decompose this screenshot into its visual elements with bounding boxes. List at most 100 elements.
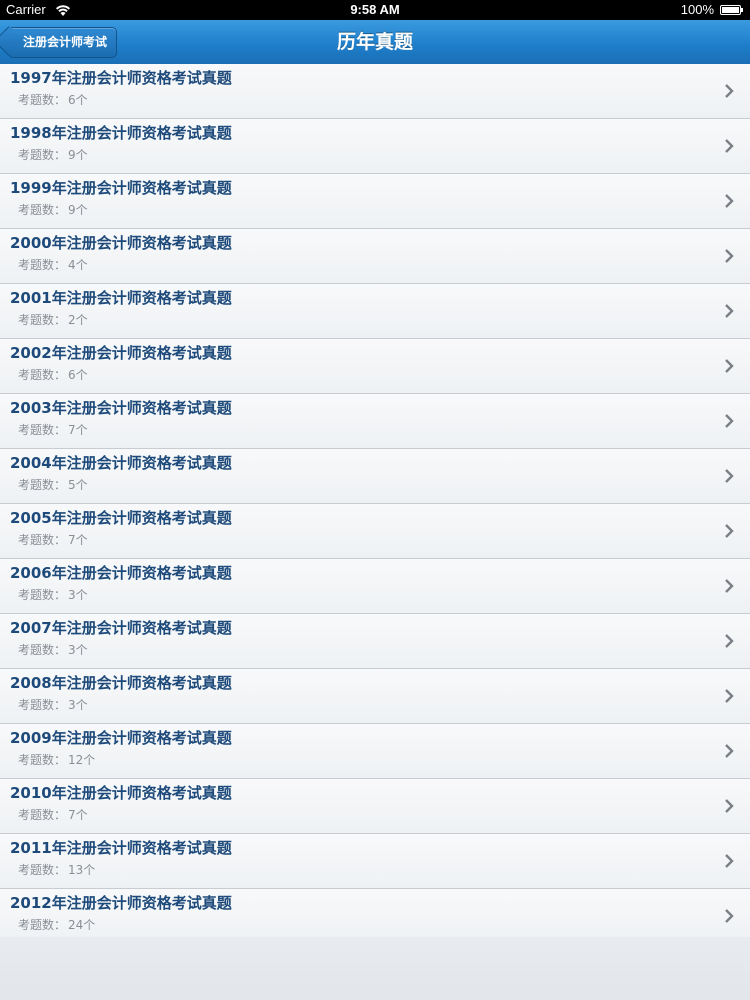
item-subtitle: 考题数： 5个 [18,476,88,493]
count-label: 考题数： [18,643,67,657]
item-title: 2001年注册会计师资格考试真题 [10,289,232,307]
list-item[interactable]: 2000年注册会计师资格考试真题 考题数： 4个 [0,229,750,284]
empty-background [0,937,750,1000]
item-count: 3个 [68,698,88,712]
item-count: 7个 [68,423,88,437]
count-label: 考题数： [18,478,67,492]
chevron-right-icon [725,524,734,538]
count-label: 考题数： [18,588,67,602]
item-count: 13个 [68,863,96,877]
page-title: 历年真题 [336,31,413,53]
list-item[interactable]: 2006年注册会计师资格考试真题 考题数： 3个 [0,559,750,614]
item-title: 2012年注册会计师资格考试真题 [10,894,232,912]
list-item[interactable]: 2004年注册会计师资格考试真题 考题数： 5个 [0,449,750,504]
chevron-right-icon [725,304,734,318]
item-title: 2006年注册会计师资格考试真题 [10,564,232,582]
item-subtitle: 考题数： 7个 [18,421,88,438]
item-subtitle: 考题数： 6个 [18,91,88,108]
chevron-right-icon [725,359,734,373]
item-count: 4个 [68,258,88,272]
battery-icon [720,5,743,15]
list-item[interactable]: 2011年注册会计师资格考试真题 考题数： 13个 [0,834,750,889]
back-button-label: 注册会计师考试 [23,35,108,49]
list-item[interactable]: 2007年注册会计师资格考试真题 考题数： 3个 [0,614,750,669]
count-label: 考题数： [18,93,67,107]
chevron-right-icon [725,579,734,593]
list-item[interactable]: 2002年注册会计师资格考试真题 考题数： 6个 [0,339,750,394]
item-title: 1997年注册会计师资格考试真题 [10,69,232,87]
count-label: 考题数： [18,918,67,932]
count-label: 考题数： [18,368,67,382]
count-label: 考题数： [18,258,67,272]
item-title: 2004年注册会计师资格考试真题 [10,454,232,472]
item-count: 6个 [68,93,88,107]
list-item[interactable]: 2003年注册会计师资格考试真题 考题数： 7个 [0,394,750,449]
list-item[interactable]: 2001年注册会计师资格考试真题 考题数： 2个 [0,284,750,339]
chevron-right-icon [725,634,734,648]
count-label: 考题数： [18,698,67,712]
list-item[interactable]: 2009年注册会计师资格考试真题 考题数： 12个 [0,724,750,779]
item-count: 24个 [68,918,96,932]
count-label: 考题数： [18,533,67,547]
count-label: 考题数： [18,863,67,877]
item-title: 2007年注册会计师资格考试真题 [10,619,232,637]
item-title: 2000年注册会计师资格考试真题 [10,234,232,252]
item-title: 2011年注册会计师资格考试真题 [10,839,232,857]
chevron-right-icon [725,249,734,263]
clock: 9:58 AM [350,2,400,17]
count-label: 考题数： [18,808,67,822]
chevron-right-icon [725,139,734,153]
item-subtitle: 考题数： 9个 [18,201,88,218]
count-label: 考题数： [18,313,67,327]
list-item[interactable]: 2012年注册会计师资格考试真题 考题数： 24个 [0,889,750,944]
item-title: 1998年注册会计师资格考试真题 [10,124,232,142]
chevron-right-icon [725,414,734,428]
item-subtitle: 考题数： 2个 [18,311,88,328]
item-count: 7个 [68,808,88,822]
count-label: 考题数： [18,203,67,217]
chevron-right-icon [725,469,734,483]
item-title: 2005年注册会计师资格考试真题 [10,509,232,527]
chevron-right-icon [725,84,734,98]
item-count: 12个 [68,753,96,767]
list-item[interactable]: 2008年注册会计师资格考试真题 考题数： 3个 [0,669,750,724]
item-title: 2009年注册会计师资格考试真题 [10,729,232,747]
item-subtitle: 考题数： 7个 [18,531,88,548]
navigation-bar: 注册会计师考试 历年真题 [0,20,750,65]
item-count: 5个 [68,478,88,492]
chevron-right-icon [725,854,734,868]
item-count: 3个 [68,643,88,657]
exam-list: 1997年注册会计师资格考试真题 考题数： 6个 1998年注册会计师资格考试真题… [0,64,750,944]
item-title: 2010年注册会计师资格考试真题 [10,784,232,802]
item-title: 2002年注册会计师资格考试真题 [10,344,232,362]
battery-percentage: 100% [680,2,714,17]
chevron-right-icon [725,744,734,758]
item-subtitle: 考题数： 4个 [18,256,88,273]
item-count: 9个 [68,203,88,217]
item-count: 7个 [68,533,88,547]
item-count: 9个 [68,148,88,162]
count-label: 考题数： [18,423,67,437]
item-subtitle: 考题数： 3个 [18,696,88,713]
item-subtitle: 考题数： 12个 [18,751,95,768]
status-bar: Carrier 9:58 AM 100% [0,0,750,20]
list-item[interactable]: 2005年注册会计师资格考试真题 考题数： 7个 [0,504,750,559]
item-subtitle: 考题数： 24个 [18,916,95,933]
count-label: 考题数： [18,148,67,162]
chevron-right-icon [725,799,734,813]
item-subtitle: 考题数： 3个 [18,641,88,658]
item-title: 1999年注册会计师资格考试真题 [10,179,232,197]
item-count: 6个 [68,368,88,382]
list-item[interactable]: 1997年注册会计师资格考试真题 考题数： 6个 [0,64,750,119]
list-item[interactable]: 1998年注册会计师资格考试真题 考题数： 9个 [0,119,750,174]
chevron-right-icon [725,194,734,208]
item-subtitle: 考题数： 3个 [18,586,88,603]
item-subtitle: 考题数： 9个 [18,146,88,163]
item-count: 2个 [68,313,88,327]
item-subtitle: 考题数： 7个 [18,806,88,823]
list-item[interactable]: 2010年注册会计师资格考试真题 考题数： 7个 [0,779,750,834]
count-label: 考题数： [18,753,67,767]
item-subtitle: 考题数： 13个 [18,861,95,878]
chevron-right-icon [725,689,734,703]
list-item[interactable]: 1999年注册会计师资格考试真题 考题数： 9个 [0,174,750,229]
